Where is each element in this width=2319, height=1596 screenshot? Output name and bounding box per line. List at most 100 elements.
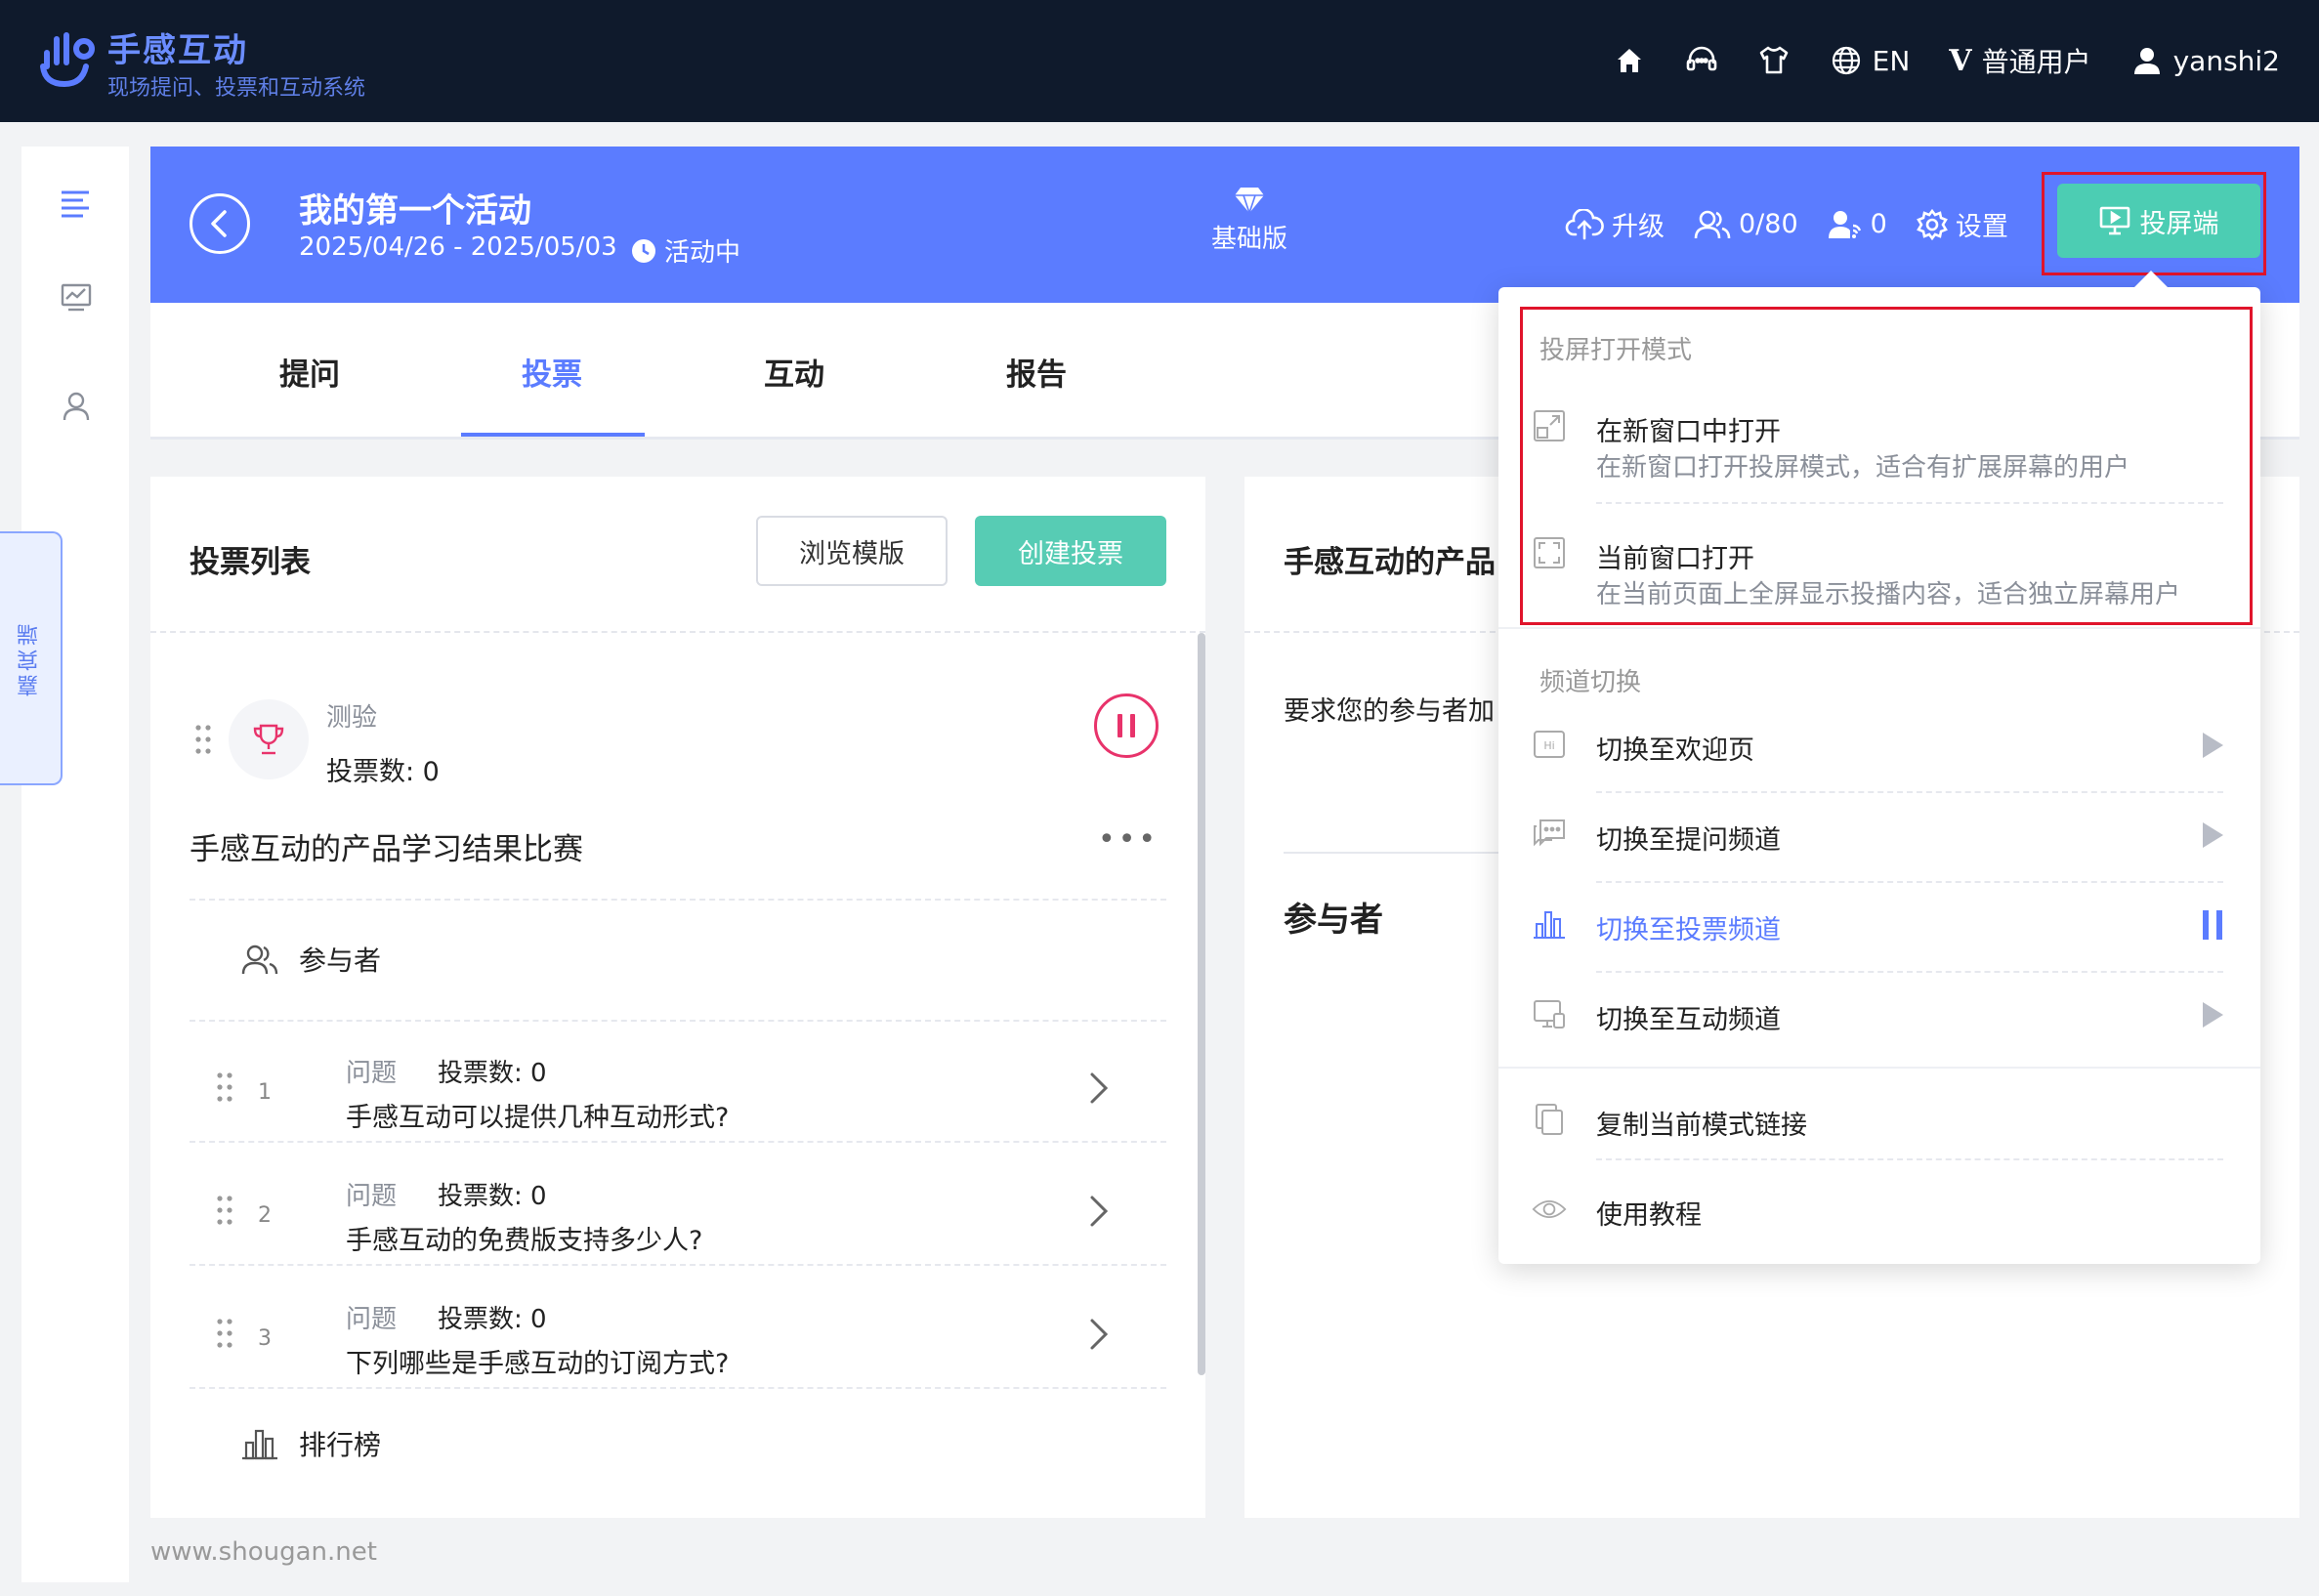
question-type: 问题	[346, 1182, 398, 1211]
divider	[150, 631, 1205, 633]
user-menu[interactable]: yanshi2	[2130, 44, 2280, 77]
username: yanshi2	[2172, 44, 2280, 77]
hand-logo-icon[interactable]	[35, 27, 98, 90]
screen-icon	[1532, 996, 1567, 1031]
settings-button[interactable]: 设置	[1916, 205, 2008, 243]
home-icon[interactable]	[1613, 44, 1646, 77]
list-icon[interactable]	[57, 184, 96, 223]
online-count[interactable]: 0	[1828, 209, 1887, 240]
play-icon[interactable]	[2198, 1000, 2227, 1029]
question-row[interactable]: 1 问题 投票数: 0 手感互动可以提供几种互动形式?	[190, 1031, 1166, 1149]
quiz-vote-count: 投票数: 0	[326, 757, 440, 787]
participants-count[interactable]: 0/80	[1694, 209, 1798, 240]
switch-to-interaction[interactable]: 切换至互动频道	[1498, 973, 2260, 1063]
copy-icon	[1532, 1102, 1567, 1137]
activity-date-range: 2025/04/26 - 2025/05/03	[299, 232, 617, 262]
guest-side-tab[interactable]: 嘉宾端	[0, 531, 63, 785]
tab-report[interactable]: 报告	[1006, 350, 1067, 394]
divider	[1498, 627, 2260, 629]
drag-handle-icon[interactable]	[215, 1317, 234, 1350]
bar-chart-icon	[1532, 906, 1567, 942]
globe-icon	[1830, 44, 1863, 77]
online-count-label: 0	[1870, 209, 1887, 239]
user-level[interactable]: V 普通用户	[1949, 41, 2090, 80]
tab-questions[interactable]: 提问	[279, 350, 340, 394]
interaction-channel-label: 切换至互动频道	[1596, 1005, 1781, 1035]
chevron-right-icon[interactable]	[1078, 1192, 1117, 1231]
switch-to-welcome[interactable]: Hi 切换至欢迎页	[1498, 703, 2260, 793]
headset-icon[interactable]	[1685, 44, 1718, 77]
vote-name[interactable]: 手感互动的产品学习结果比赛	[190, 824, 583, 868]
question-text: 手感互动可以提供几种互动形式?	[346, 1103, 730, 1133]
chart-icon[interactable]	[57, 277, 96, 316]
brand-name[interactable]: 手感互动	[107, 23, 248, 71]
question-type: 问题	[346, 1059, 398, 1088]
divider	[190, 1141, 1166, 1143]
activity-status-label: 活动中	[664, 238, 741, 268]
more-options-icon[interactable]: •••	[1098, 822, 1159, 857]
language-switch[interactable]: EN	[1830, 44, 1910, 77]
play-icon[interactable]	[2198, 731, 2227, 760]
switch-to-polls[interactable]: 切换至投票频道	[1498, 883, 2260, 973]
leaderboard-label: 排行榜	[299, 1429, 382, 1461]
left-sidebar	[21, 147, 129, 1582]
chevron-right-icon[interactable]	[1078, 1069, 1117, 1108]
question-row[interactable]: 3 问题 投票数: 0 下列哪些是手感互动的订阅方式?	[190, 1278, 1166, 1395]
create-vote-button[interactable]: 创建投票	[975, 516, 1166, 586]
divider	[190, 1264, 1166, 1266]
question-vote-count: 投票数: 0	[438, 1305, 547, 1334]
tutorial[interactable]: 使用教程	[1498, 1168, 2260, 1258]
welcome-channel-label: 切换至欢迎页	[1596, 735, 1754, 766]
divider	[190, 1020, 1166, 1022]
diamond-icon	[1235, 188, 1264, 215]
guest-tab-label: 嘉宾端	[18, 620, 42, 696]
drag-handle-icon[interactable]	[215, 1071, 234, 1104]
highlight-frame	[1520, 307, 2253, 625]
tutorial-label: 使用教程	[1596, 1200, 1702, 1231]
back-button[interactable]	[190, 193, 250, 254]
participants-heading: 参与者	[1284, 901, 1383, 940]
vote-list-panel: 投票列表 浏览模版 创建投票 测验 投票数: 0 手感互动的产品学习结果比赛 •…	[150, 477, 1205, 1518]
play-icon[interactable]	[2198, 820, 2227, 850]
question-number: 1	[258, 1080, 272, 1105]
leaderboard-row[interactable]: 排行榜	[240, 1424, 381, 1463]
activity-title: 我的第一个活动	[299, 191, 531, 231]
user-icon[interactable]	[57, 387, 96, 426]
participants-row[interactable]: 参与者	[240, 940, 381, 979]
tab-interaction[interactable]: 互动	[764, 350, 824, 394]
users-icon	[241, 945, 278, 975]
copy-mode-link[interactable]: 复制当前模式链接	[1498, 1078, 2260, 1168]
polls-channel-label: 切换至投票频道	[1596, 915, 1781, 945]
pause-icon[interactable]	[2198, 910, 2227, 940]
scrollbar[interactable]	[1198, 633, 1205, 1375]
question-text: 下列哪些是手感互动的订阅方式?	[346, 1349, 730, 1379]
pause-button[interactable]	[1094, 693, 1159, 758]
question-text: 手感互动的免费版支持多少人?	[346, 1226, 703, 1256]
chevron-right-icon[interactable]	[1078, 1315, 1117, 1354]
drag-handle-icon[interactable]	[215, 1194, 234, 1227]
tshirt-icon[interactable]	[1757, 44, 1791, 77]
divider	[190, 899, 1166, 901]
brand-subtitle: 现场提问、投票和互动系统	[107, 76, 366, 101]
question-vote-count: 投票数: 0	[438, 1182, 547, 1211]
footer-url[interactable]: www.shougan.net	[150, 1537, 377, 1567]
top-bar: 手感互动 现场提问、投票和互动系统 EN V 普通用户 yanshi2	[0, 0, 2319, 122]
top-nav: EN V 普通用户 yanshi2	[1613, 37, 2280, 84]
browse-templates-button[interactable]: 浏览模版	[756, 516, 948, 586]
switch-to-questions[interactable]: 切换至提问频道	[1498, 793, 2260, 883]
active-tab-indicator	[461, 433, 645, 437]
plan-label: 基础版	[1210, 225, 1287, 254]
gear-icon	[1916, 208, 1948, 240]
plan-badge[interactable]: 基础版	[1176, 186, 1323, 255]
question-number: 3	[258, 1326, 272, 1351]
header-actions: 升级 0/80 0 设置	[1565, 205, 2008, 243]
vip-v-icon: V	[1949, 43, 1972, 78]
drag-handle-icon[interactable]	[193, 723, 213, 756]
activity-status: 活动中	[631, 232, 740, 269]
question-row[interactable]: 2 问题 投票数: 0 手感互动的免费版支持多少人?	[190, 1155, 1166, 1272]
participants-count-label: 0/80	[1739, 209, 1798, 239]
upgrade-button[interactable]: 升级	[1565, 205, 1665, 243]
clock-icon	[632, 238, 655, 263]
tab-polls[interactable]: 投票	[522, 350, 582, 394]
question-type: 问题	[346, 1305, 398, 1334]
